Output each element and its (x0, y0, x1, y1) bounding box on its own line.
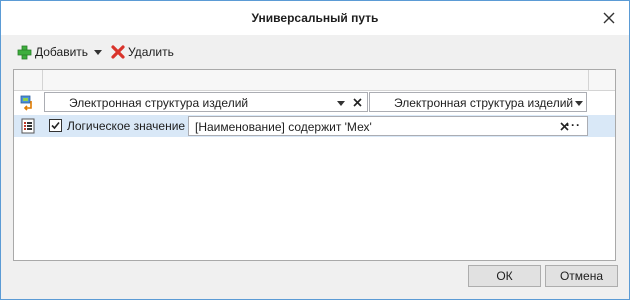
target-structure-combo[interactable]: Электронная структура изделий (369, 92, 587, 112)
path-grid: Электронная структура изделий Электронна… (13, 69, 616, 261)
table-row[interactable]: Логическое значение [Наименование] содер… (14, 115, 615, 137)
table-row[interactable]: Электронная структура изделий Электронна… (14, 91, 615, 115)
add-label: Добавить (35, 45, 89, 59)
dialog-window: Универсальный путь Добавить Удалить Элек… (0, 0, 630, 300)
toolbar: Добавить Удалить (1, 35, 629, 67)
close-button[interactable] (599, 8, 619, 28)
target-structure-value: Электронная структура изделий (394, 96, 574, 110)
dialog-title: Универсальный путь (251, 11, 379, 25)
source-structure-value: Электронная структура изделий (69, 96, 249, 110)
list-icon (21, 118, 35, 134)
chevron-down-icon[interactable] (575, 101, 583, 106)
close-icon (352, 97, 362, 107)
chevron-down-icon[interactable] (337, 101, 345, 106)
close-icon (603, 12, 615, 24)
value-type-label: Логическое значение (67, 119, 186, 133)
condition-field[interactable]: [Наименование] содержит 'Мех' ··· (188, 116, 588, 136)
header-divider (42, 70, 43, 90)
structure-link-icon (20, 95, 32, 111)
chevron-down-icon[interactable] (94, 49, 103, 55)
source-structure-combo[interactable]: Электронная структура изделий (44, 92, 368, 112)
condition-text: [Наименование] содержит 'Мех' (195, 120, 372, 134)
clear-button[interactable] (350, 95, 364, 109)
enabled-checkbox[interactable] (49, 119, 62, 132)
ok-button[interactable]: ОК (468, 265, 541, 287)
delete-button[interactable]: Удалить (111, 43, 174, 61)
add-button[interactable]: Добавить (17, 43, 103, 61)
header-divider (588, 70, 589, 90)
checkmark-icon (51, 121, 60, 130)
ellipsis-button[interactable]: ··· (566, 118, 581, 132)
red-x-icon (111, 45, 125, 59)
cancel-button[interactable]: Отмена (545, 265, 618, 287)
delete-label: Удалить (128, 45, 174, 59)
title-bar: Универсальный путь (1, 1, 629, 35)
green-plus-icon (17, 45, 32, 59)
grid-header (14, 70, 615, 91)
